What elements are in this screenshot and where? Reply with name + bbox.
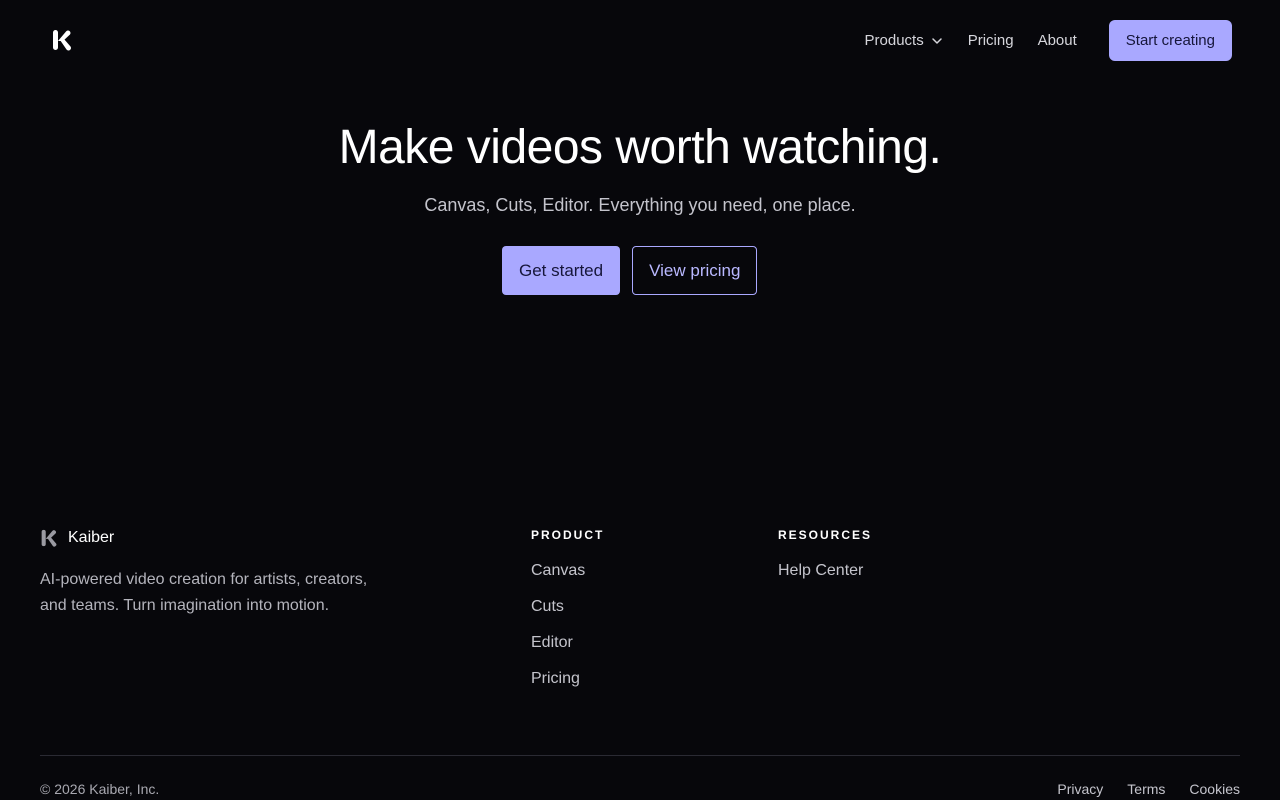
footer-link-cookies[interactable]: Cookies <box>1189 781 1240 797</box>
nav-pricing[interactable]: Pricing <box>968 32 1014 49</box>
footer-link-terms[interactable]: Terms <box>1127 781 1165 797</box>
main-nav: Products Pricing About Start creating <box>865 20 1232 61</box>
site-header: Products Pricing About Start creating <box>0 0 1280 80</box>
footer-link-help-center[interactable]: Help Center <box>778 563 872 599</box>
kaiber-k-logo-icon <box>41 529 57 547</box>
view-pricing-button[interactable]: View pricing <box>632 246 758 295</box>
nav-about[interactable]: About <box>1038 32 1077 49</box>
hero-cta-group: Get started View pricing <box>502 246 758 295</box>
chevron-down-icon <box>931 37 942 44</box>
footer-link-editor[interactable]: Editor <box>531 635 604 671</box>
footer-column-resources: RESOURCES Help Center <box>778 528 872 599</box>
legal-links: Privacy Terms Cookies <box>1057 781 1240 797</box>
footer-column-product: PRODUCT Canvas Cuts Editor Pricing <box>531 528 604 707</box>
nav-products-label: Products <box>864 32 924 49</box>
footer-link-pricing[interactable]: Pricing <box>531 671 604 707</box>
start-creating-button[interactable]: Start creating <box>1108 20 1232 61</box>
footer-link-cuts[interactable]: Cuts <box>531 599 604 635</box>
hero-subtitle: Canvas, Cuts, Editor. Everything you nee… <box>424 195 856 215</box>
kaiber-k-logo-icon[interactable] <box>52 29 72 51</box>
footer-column-heading: RESOURCES <box>778 528 873 542</box>
footer-brand-name: Kaiber <box>68 529 115 546</box>
hero-title: Make videos worth watching. <box>338 121 942 174</box>
nav-products[interactable]: Products <box>865 32 944 49</box>
footer-column-heading: PRODUCT <box>531 528 605 542</box>
footer-divider <box>40 755 1240 756</box>
footer-brand[interactable]: Kaiber <box>40 529 114 547</box>
get-started-button[interactable]: Get started <box>502 246 621 295</box>
footer-description: AI-powered video creation for artists, c… <box>40 571 368 614</box>
footer-link-privacy[interactable]: Privacy <box>1057 781 1103 797</box>
copyright-text: © 2026 Kaiber, Inc. <box>40 781 160 797</box>
footer-link-canvas[interactable]: Canvas <box>531 563 604 599</box>
